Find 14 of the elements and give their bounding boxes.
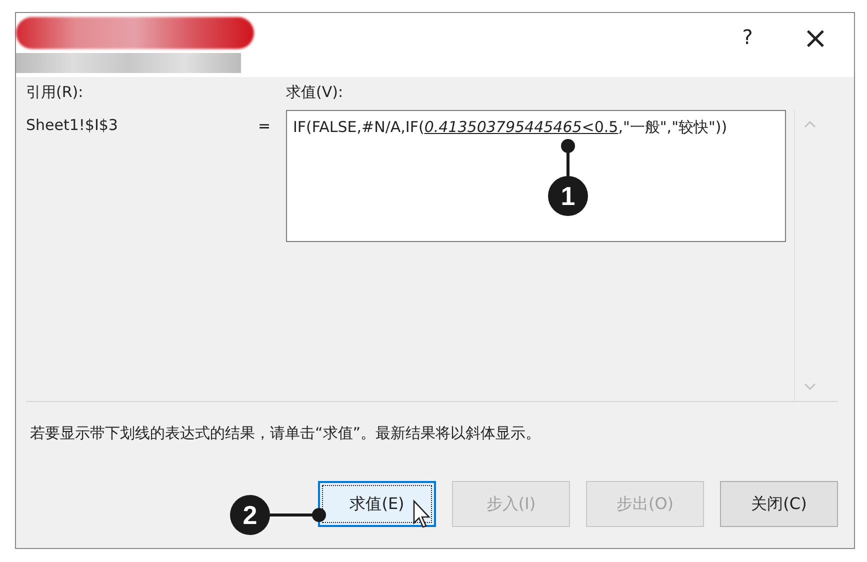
reference-label: 引用(R):	[26, 83, 84, 102]
scroll-down-icon[interactable]	[804, 383, 816, 391]
mouse-cursor-icon	[412, 499, 432, 529]
help-button[interactable]: ?	[734, 25, 761, 49]
equals-sign: =	[258, 117, 272, 137]
scroll-up-icon[interactable]	[804, 120, 816, 128]
callout-marker-drawing: 1	[546, 138, 590, 218]
hint-text: 若要显示带下划线的表达式的结果，请单击“求值”。最新结果将以斜体显示。	[30, 424, 542, 443]
dialog-button[interactable]: 关闭(C)	[720, 481, 838, 527]
close-button[interactable]: ×	[794, 25, 836, 53]
reference-value: Sheet1!$I$3	[26, 116, 119, 134]
callout-marker-drawing: 2	[228, 493, 328, 537]
evaluation-label: 求值(V):	[286, 83, 344, 102]
dialog-button[interactable]: 求值(E)	[318, 481, 436, 527]
